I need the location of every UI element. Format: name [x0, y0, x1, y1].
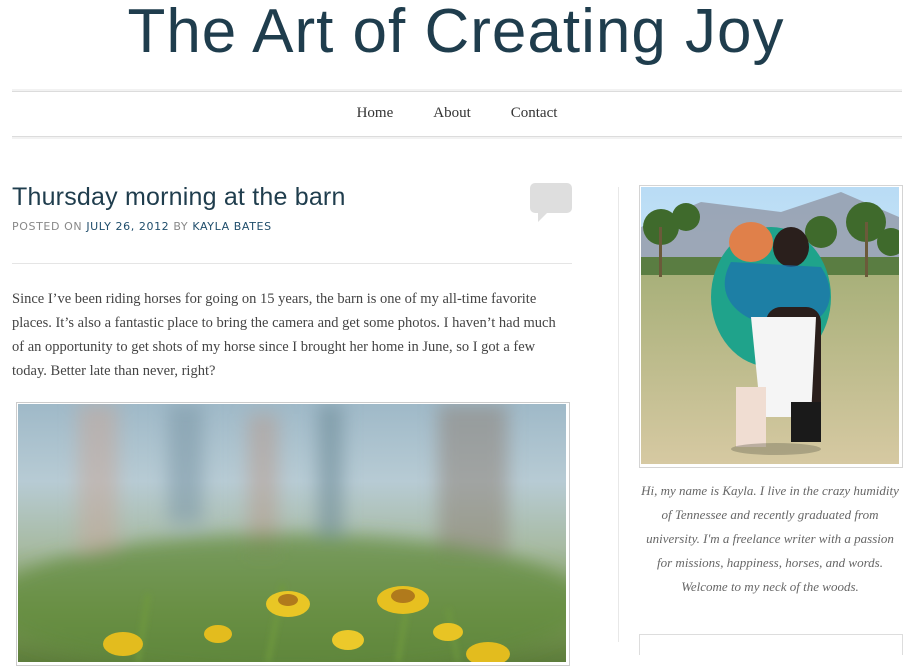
nav-item-about[interactable]: About: [433, 92, 471, 134]
posted-on-label: Posted on: [12, 220, 83, 233]
main-navigation: Home About Contact: [12, 91, 902, 137]
post-author-link[interactable]: Kayla Bates: [192, 220, 271, 233]
sidebar-divider: [618, 187, 619, 642]
post-date-link[interactable]: July 26, 2012: [86, 220, 169, 233]
nav-item-contact[interactable]: Contact: [511, 92, 558, 134]
site-title[interactable]: The Art of Creating Joy: [0, 0, 912, 72]
comment-bubble-icon[interactable]: [530, 183, 572, 222]
sidebar-profile-photo[interactable]: [639, 185, 903, 468]
nav-item-home[interactable]: Home: [357, 92, 394, 134]
by-label: by: [173, 220, 189, 233]
flower-photo-art: [18, 404, 566, 662]
profile-photo-art: [641, 187, 899, 464]
flower-photo: [18, 404, 566, 662]
sidebar-widget: [639, 634, 903, 655]
post-title[interactable]: Thursday morning at the barn: [12, 183, 346, 212]
profile-photo: [641, 187, 899, 464]
post-meta: Posted on July 26, 2012 by Kayla Bates: [12, 220, 272, 233]
post-image[interactable]: [16, 402, 570, 666]
author-bio: Hi, my name is Kayla. I live in the craz…: [641, 483, 899, 594]
meta-divider: [12, 263, 572, 264]
post-body-text: Since I’ve been riding horses for going …: [12, 291, 556, 379]
